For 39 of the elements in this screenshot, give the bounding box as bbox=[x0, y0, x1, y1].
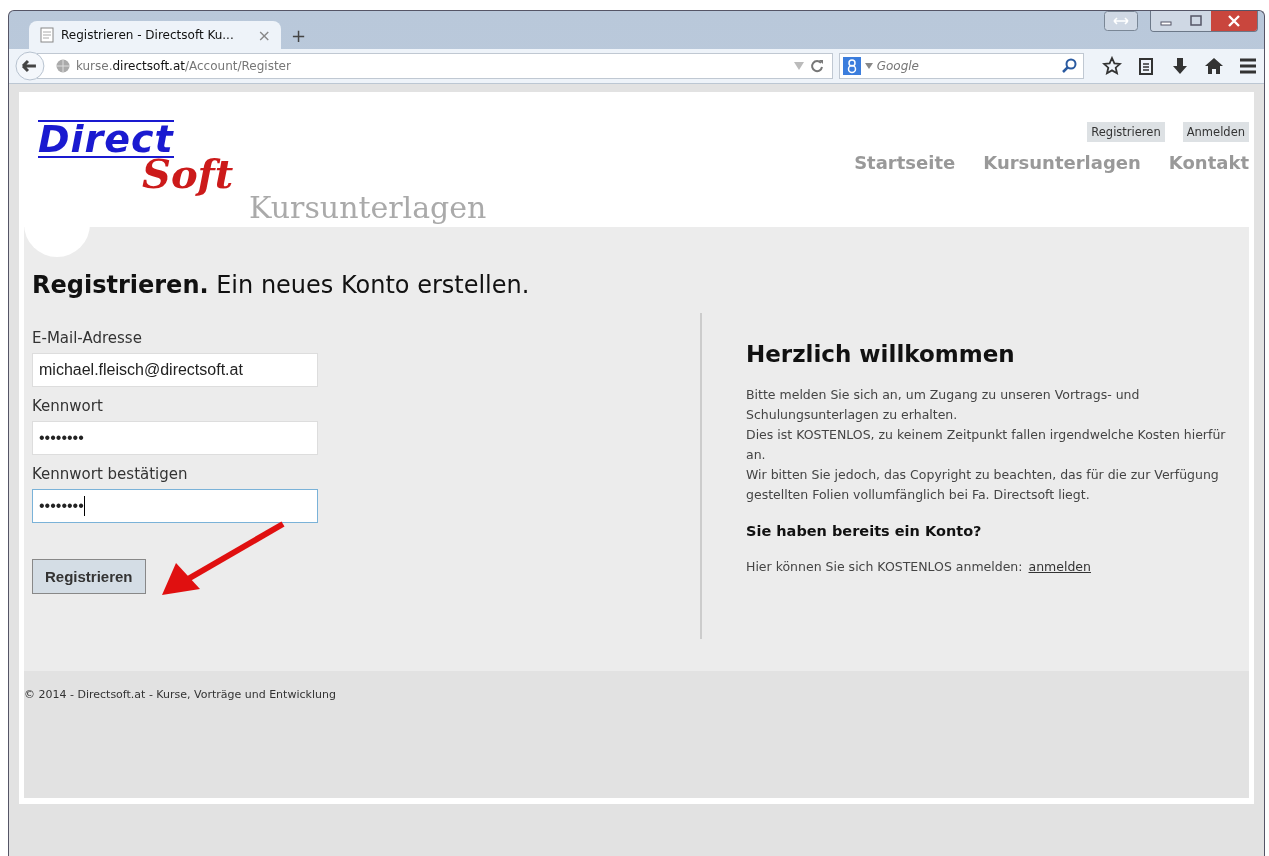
tab-title: Registrieren - Directsoft Ku... bbox=[61, 28, 234, 42]
login-text: Hier können Sie sich KOSTENLOS anmelden: bbox=[746, 559, 1023, 574]
clipboard-icon[interactable] bbox=[1136, 56, 1156, 76]
account-link[interactable]: Registrieren bbox=[1087, 122, 1165, 142]
footer-text: © 2014 - Directsoft.at - Kurse, Vorträge und Entwicklung bbox=[24, 688, 336, 701]
menu-icon[interactable] bbox=[1238, 56, 1258, 76]
resize-button[interactable] bbox=[1104, 11, 1138, 31]
new-tab-button[interactable]: + bbox=[291, 24, 307, 46]
account-link[interactable]: Anmelden bbox=[1182, 122, 1249, 142]
address-bar[interactable]: kurse.directsoft.at/Account/Register bbox=[36, 53, 833, 79]
reload-icon[interactable] bbox=[809, 59, 824, 73]
register-button[interactable]: Registrieren bbox=[32, 559, 146, 594]
field-label: E-Mail-Adresse bbox=[32, 329, 142, 347]
page-icon bbox=[39, 27, 55, 43]
search-field[interactable]: Google bbox=[838, 53, 1084, 79]
globe-icon bbox=[55, 59, 70, 73]
page-title: Registrieren. Ein neues Konto erstellen. bbox=[32, 271, 531, 299]
back-button[interactable] bbox=[15, 51, 45, 81]
welcome-heading: Herzlich willkommen bbox=[746, 341, 1016, 367]
browser-tab[interactable]: Registrieren - Directsoft Ku... × bbox=[29, 21, 281, 49]
close-window-button[interactable] bbox=[1211, 11, 1257, 31]
input-field[interactable]: •••••••• bbox=[32, 421, 318, 455]
site-subtitle: Kursunterlagen bbox=[249, 190, 487, 225]
welcome-text: Bitte melden Sie sich an, um Zugang zu unseren Vortrags- und Schulungsunterlagen zu erhalten. bbox=[746, 386, 1141, 424]
field-label: Kennwort bbox=[32, 397, 103, 415]
welcome-text: Dies ist KOSTENLOS, zu keinem Zeitpunkt fallen irgendwelche Kosten hierfür an. bbox=[746, 426, 1227, 464]
login-heading: Sie haben bereits ein Konto? bbox=[746, 523, 983, 539]
login-link[interactable]: anmelden bbox=[1028, 559, 1091, 574]
input-field[interactable]: michael.fleisch@directsoft.at bbox=[32, 353, 318, 387]
search-icon[interactable] bbox=[1061, 58, 1077, 74]
field-label: Kennwort bestätigen bbox=[32, 465, 188, 483]
search-engine-icon bbox=[842, 57, 861, 75]
home-icon[interactable] bbox=[1204, 56, 1224, 76]
maximize-button[interactable] bbox=[1181, 11, 1211, 31]
input-field[interactable]: •••••••• bbox=[32, 489, 318, 523]
star-icon[interactable] bbox=[1102, 56, 1122, 76]
download-icon[interactable] bbox=[1170, 56, 1190, 76]
welcome-text: Wir bitten Sie jedoch, das Copyright zu beachten, das für die zur Verfügung gestellten Folien vollumfänglich bei Fa. Directsoft liegt. bbox=[746, 466, 1220, 504]
dropdown-icon[interactable] bbox=[864, 63, 873, 69]
